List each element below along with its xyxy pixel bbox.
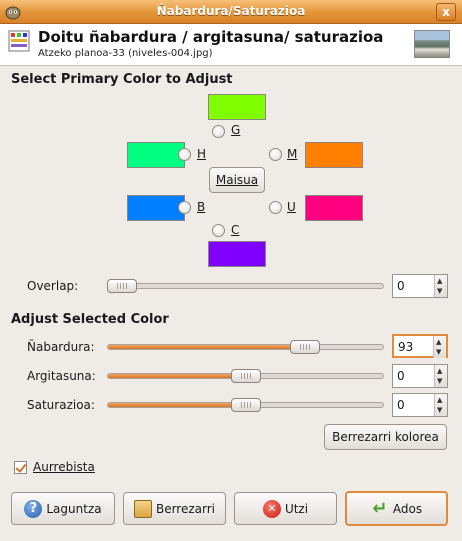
saturation-label: Saturazioa: xyxy=(27,398,95,412)
master-button[interactable]: Maisua xyxy=(209,167,265,193)
radio-h-label: H xyxy=(197,147,207,161)
swatch-h xyxy=(127,142,185,168)
reset-button[interactable]: Berrezarri xyxy=(123,492,226,525)
radio-h[interactable] xyxy=(178,148,191,161)
radio-m[interactable] xyxy=(269,148,282,161)
header-title: Doitu ñabardura / argitasuna/ saturazioa xyxy=(38,28,384,46)
saturation-spin-arrows[interactable]: ▲ ▼ xyxy=(434,394,447,416)
spin-up-icon[interactable]: ▲ xyxy=(437,368,442,375)
hue-label: Ñabardura: xyxy=(27,340,95,354)
swatch-g xyxy=(208,94,266,120)
radio-g[interactable] xyxy=(212,125,225,138)
overlap-label: Overlap: xyxy=(27,279,79,293)
lightness-slider-fill xyxy=(108,374,246,378)
header-subtitle: Atzeko planoa-33 (niveles-004.jpg) xyxy=(38,48,213,59)
ok-button-label: Ados xyxy=(392,501,423,516)
cancel-icon: ✕ xyxy=(262,499,281,518)
hue-saturation-icon xyxy=(8,30,30,52)
radio-b[interactable] xyxy=(178,201,191,214)
hue-value: 93 xyxy=(398,340,414,354)
swatch-m xyxy=(305,142,363,168)
spin-down-icon[interactable]: ▼ xyxy=(437,407,442,414)
radio-g-label: G xyxy=(231,123,241,137)
revert-icon xyxy=(133,499,152,518)
spin-up-icon[interactable]: ▲ xyxy=(436,339,441,346)
ok-button[interactable]: ↵ Ados xyxy=(345,491,448,526)
cancel-button[interactable]: ✕ Utzi xyxy=(234,492,337,525)
primary-heading: Select Primary Color to Adjust xyxy=(11,72,233,87)
lightness-spinbutton[interactable]: 0 ▲ ▼ xyxy=(392,364,448,388)
help-icon: ? xyxy=(24,499,43,518)
lightness-label: Argitasuna: xyxy=(27,369,96,383)
lightness-slider-thumb[interactable] xyxy=(230,369,261,383)
swatch-c xyxy=(208,241,266,267)
hue-slider-thumb[interactable] xyxy=(289,340,320,354)
overlap-spinbutton[interactable]: 0 ▲ ▼ xyxy=(392,274,448,298)
window-title: Ñabardura/Saturazioa xyxy=(156,4,306,18)
reset-color-button-label: Berrezarri kolorea xyxy=(332,430,439,444)
preview-checkbox[interactable] xyxy=(14,461,27,474)
saturation-spinbutton[interactable]: 0 ▲ ▼ xyxy=(392,393,448,417)
close-button[interactable]: x xyxy=(436,3,456,21)
spin-down-icon[interactable]: ▼ xyxy=(437,378,442,385)
overlap-slider[interactable] xyxy=(107,283,384,289)
swatch-u xyxy=(305,195,363,221)
saturation-value: 0 xyxy=(397,398,405,412)
radio-c-label: C xyxy=(231,223,240,237)
overlap-spin-arrows[interactable]: ▲ ▼ xyxy=(434,275,447,297)
hue-slider-fill xyxy=(108,345,312,349)
spin-up-icon[interactable]: ▲ xyxy=(437,278,442,285)
lightness-spin-arrows[interactable]: ▲ ▼ xyxy=(434,365,447,387)
swatch-b xyxy=(127,195,185,221)
radio-u-label: U xyxy=(287,200,296,214)
dialog-header: Doitu ñabardura / argitasuna/ saturazioa… xyxy=(0,24,462,66)
image-thumbnail xyxy=(414,30,450,58)
preview-label: Aurrebista xyxy=(33,460,95,474)
reset-button-label: Berrezarri xyxy=(155,501,216,516)
overlap-slider-thumb[interactable] xyxy=(107,279,137,293)
spin-down-icon[interactable]: ▼ xyxy=(436,349,441,356)
cancel-button-label: Utzi xyxy=(284,501,309,516)
master-button-label: Maisua xyxy=(215,173,259,187)
hue-slider[interactable] xyxy=(107,344,384,350)
adjust-heading: Adjust Selected Color xyxy=(11,312,169,327)
radio-u[interactable] xyxy=(269,201,282,214)
help-button[interactable]: ? Laguntza xyxy=(11,492,115,525)
close-icon: x xyxy=(442,5,450,19)
saturation-slider-fill xyxy=(108,403,246,407)
radio-b-label: B xyxy=(197,200,206,214)
reset-color-button[interactable]: Berrezarri kolorea xyxy=(324,424,447,450)
ok-arrow-icon: ↵ xyxy=(372,497,388,519)
hue-spin-arrows[interactable]: ▲ ▼ xyxy=(433,336,446,358)
hue-spinbutton[interactable]: 93 ▲ ▼ xyxy=(392,334,448,358)
spin-up-icon[interactable]: ▲ xyxy=(437,397,442,404)
help-button-label: Laguntza xyxy=(46,501,102,516)
radio-m-label: M xyxy=(287,147,298,161)
spin-down-icon[interactable]: ▼ xyxy=(437,288,442,295)
window-titlebar[interactable]: Ñabardura/Saturazioa x xyxy=(0,0,462,24)
overlap-value: 0 xyxy=(397,279,405,293)
radio-c[interactable] xyxy=(212,224,225,237)
saturation-slider-thumb[interactable] xyxy=(230,398,261,412)
lightness-value: 0 xyxy=(397,369,405,383)
